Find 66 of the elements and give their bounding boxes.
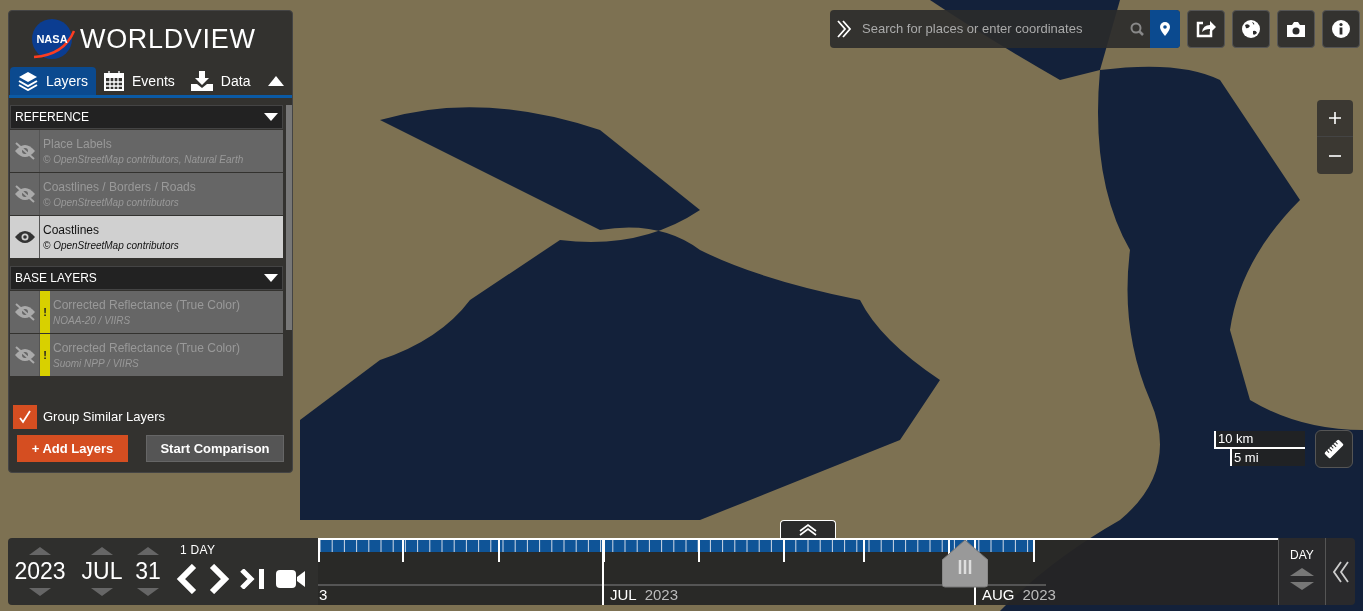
share-button[interactable] — [1187, 10, 1225, 48]
collapse-arrow-icon[interactable] — [268, 76, 284, 86]
layer-name: Coastlines — [43, 221, 101, 238]
search-bar[interactable]: Search for places or enter coordinates — [830, 10, 1180, 48]
location-pin-icon — [1160, 22, 1170, 36]
eye-icon[interactable] — [14, 230, 35, 244]
layer-group-header[interactable]: BASE LAYERS — [10, 266, 283, 290]
timeline-track[interactable]: 3 JUL 2023 AUG 2023 — [318, 538, 1278, 605]
camera-icon — [1286, 20, 1306, 38]
layer-row[interactable]: Coastlines © OpenStreetMap contributors — [10, 216, 283, 258]
projection-button[interactable] — [1232, 10, 1270, 48]
info-icon — [1331, 19, 1351, 39]
interval-label[interactable]: 1 DAY — [180, 541, 216, 559]
expand-icon[interactable] — [836, 19, 852, 39]
layer-group-header[interactable]: REFERENCE — [10, 105, 283, 129]
previous-icon[interactable] — [176, 563, 198, 594]
month-field[interactable]: JUL — [81, 555, 123, 588]
start-comparison-button[interactable]: Start Comparison — [146, 435, 284, 462]
timeline-date-label: JUL — [610, 585, 637, 605]
location-pin-button[interactable] — [1150, 10, 1180, 48]
timeline-year-label: 2023 — [644, 585, 679, 605]
globe-icon — [1241, 19, 1261, 39]
add-layers-button[interactable]: + Add Layers — [17, 435, 128, 462]
tab[interactable]: Data — [182, 67, 259, 95]
check-icon — [19, 409, 31, 424]
snapshot-button[interactable] — [1277, 10, 1315, 48]
warning-icon: ! — [40, 291, 50, 333]
info-button[interactable] — [1322, 10, 1360, 48]
timeline-date-label: AUG — [982, 585, 1015, 605]
double-chevron-left-icon — [1332, 560, 1349, 583]
search-field[interactable]: Search for places or enter coordinates — [858, 19, 1124, 39]
layers-icon — [18, 71, 38, 91]
measure-button[interactable] — [1315, 430, 1353, 468]
day-field[interactable]: 31 — [135, 555, 161, 588]
eye-slash-icon[interactable] — [13, 142, 36, 160]
checkbox[interactable] — [13, 404, 37, 429]
timeline-handle[interactable] — [942, 540, 988, 588]
zoom-up-arrow-icon[interactable] — [1290, 568, 1314, 576]
chevron-up-icon — [798, 524, 818, 536]
minus-icon — [1329, 154, 1341, 157]
zoom-down-arrow-icon[interactable] — [1290, 582, 1314, 590]
app-title: WORLDVIEW — [80, 25, 256, 53]
next-icon[interactable] — [208, 563, 230, 594]
calendar-icon — [104, 71, 125, 91]
year-field[interactable]: 2023 — [14, 555, 66, 588]
checkbox-label: Group Similar Layers — [43, 407, 166, 426]
timeline-date-label: 3 — [319, 585, 328, 605]
eye-slash-icon[interactable] — [13, 303, 36, 321]
scale-metric: 10 km — [1214, 431, 1305, 449]
eye-slash-icon[interactable] — [13, 185, 36, 203]
share-icon — [1195, 19, 1217, 39]
scale-imperial: 5 mi — [1230, 449, 1305, 466]
warning-icon: ! — [40, 334, 50, 376]
skip-to-end-icon[interactable] — [240, 568, 266, 589]
timeline-year-label: 2023 — [1022, 585, 1056, 605]
zoom-level-label[interactable]: DAY — [1290, 546, 1314, 564]
layer-source: © OpenStreetMap contributors — [43, 238, 179, 253]
video-camera-icon[interactable] — [276, 568, 306, 589]
plus-icon — [1329, 112, 1341, 124]
scrollbar[interactable] — [286, 105, 292, 330]
download-icon — [190, 71, 213, 91]
eye-slash-icon[interactable] — [13, 346, 36, 364]
tab[interactable]: Layers — [10, 67, 97, 95]
collapse-timeline-button[interactable] — [1325, 538, 1355, 605]
search-icon[interactable] — [1130, 22, 1144, 36]
tab[interactable]: Events — [96, 67, 183, 95]
